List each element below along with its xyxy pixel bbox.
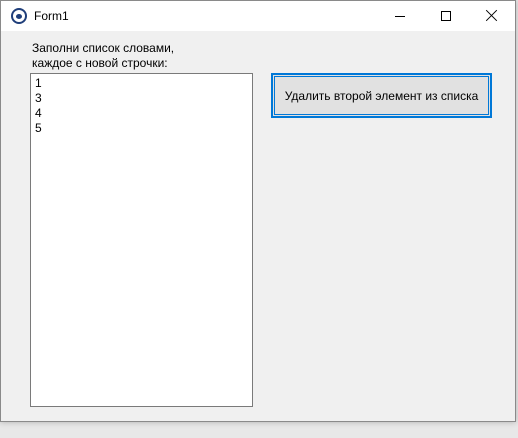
window-title: Form1: [34, 9, 69, 23]
words-textbox[interactable]: 1345: [30, 73, 253, 407]
instruction-label: Заполни список словами, каждое с новой с…: [32, 41, 175, 70]
remove-second-item-label: Удалить второй элемент из списка: [284, 88, 479, 103]
form-window: Form1 Заполни список словами, каждое с н…: [0, 0, 516, 422]
textbox-line: 1: [35, 76, 42, 90]
textbox-line: 4: [35, 106, 42, 120]
close-icon: [485, 9, 499, 23]
close-button[interactable]: [469, 1, 515, 31]
remove-second-item-button[interactable]: Удалить второй элемент из списка: [271, 73, 492, 118]
textbox-line: 3: [35, 91, 42, 105]
textbox-line: 5: [35, 121, 42, 135]
minimize-icon: [395, 16, 405, 17]
minimize-button[interactable]: [377, 1, 423, 31]
paw-icon: [11, 8, 27, 24]
maximize-icon: [441, 11, 451, 21]
title-bar[interactable]: Form1: [1, 1, 515, 31]
desktop-area: Form1 Заполни список словами, каждое с н…: [0, 0, 518, 438]
maximize-button[interactable]: [423, 1, 469, 31]
